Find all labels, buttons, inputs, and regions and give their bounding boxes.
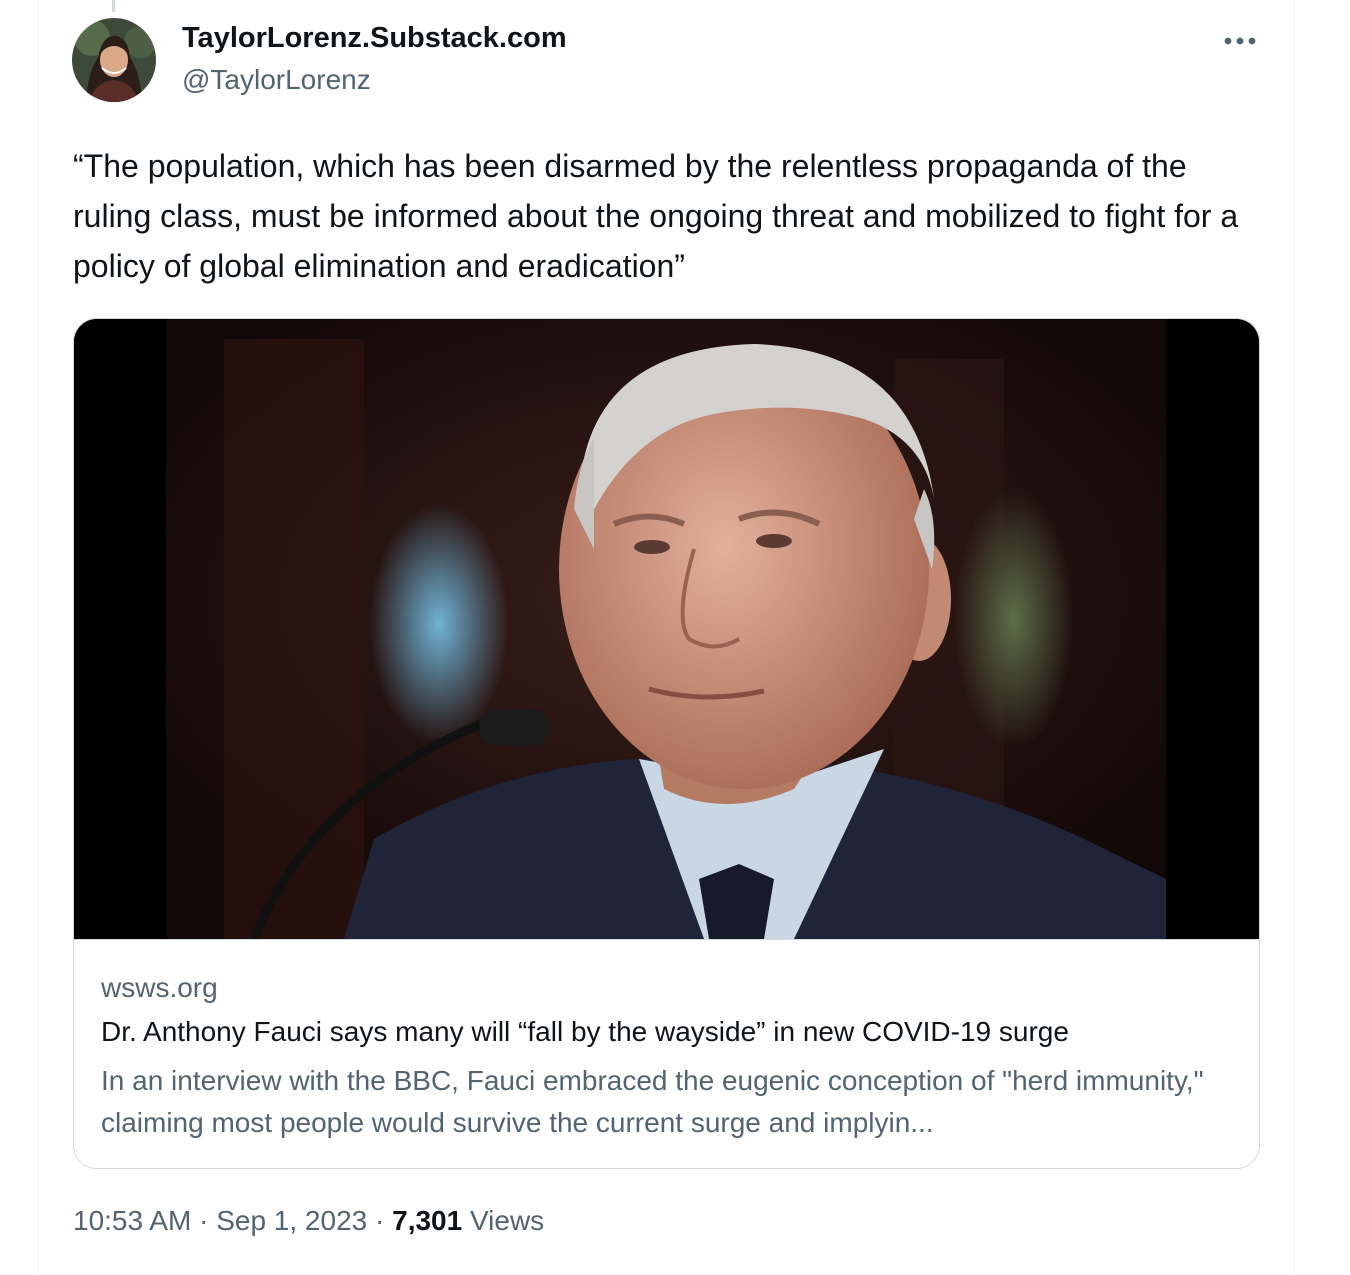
author-handle[interactable]: @TaylorLorenz bbox=[182, 64, 371, 96]
more-horizontal-icon bbox=[1224, 37, 1256, 45]
card-image[interactable] bbox=[74, 319, 1259, 939]
link-card[interactable]: wsws.org Dr. Anthony Fauci says many wil… bbox=[73, 318, 1260, 1169]
author-name[interactable]: TaylorLorenz.Substack.com bbox=[182, 22, 567, 55]
meta-separator: · bbox=[199, 1205, 209, 1236]
more-options-button[interactable] bbox=[1216, 24, 1264, 58]
tweet-date[interactable]: Sep 1, 2023 bbox=[216, 1205, 367, 1236]
avatar[interactable] bbox=[72, 18, 156, 102]
views-count[interactable]: 7,301 bbox=[392, 1205, 462, 1236]
card-domain: wsws.org bbox=[101, 972, 218, 1003]
card-description: In an interview with the BBC, Fauci embr… bbox=[101, 1065, 1204, 1138]
meta-separator: · bbox=[375, 1205, 385, 1236]
card-meta: wsws.org Dr. Anthony Fauci says many wil… bbox=[74, 939, 1259, 1168]
thread-connector-line bbox=[112, 0, 115, 12]
tweet-meta: 10:53 AM · Sep 1, 2023 · 7,301 Views bbox=[73, 1205, 544, 1237]
tweet-time[interactable]: 10:53 AM bbox=[73, 1205, 191, 1236]
tweet-text: “The population, which has been disarmed… bbox=[73, 148, 1239, 284]
card-title: Dr. Anthony Fauci says many will “fall b… bbox=[101, 1016, 1069, 1047]
views-label: Views bbox=[469, 1205, 545, 1236]
